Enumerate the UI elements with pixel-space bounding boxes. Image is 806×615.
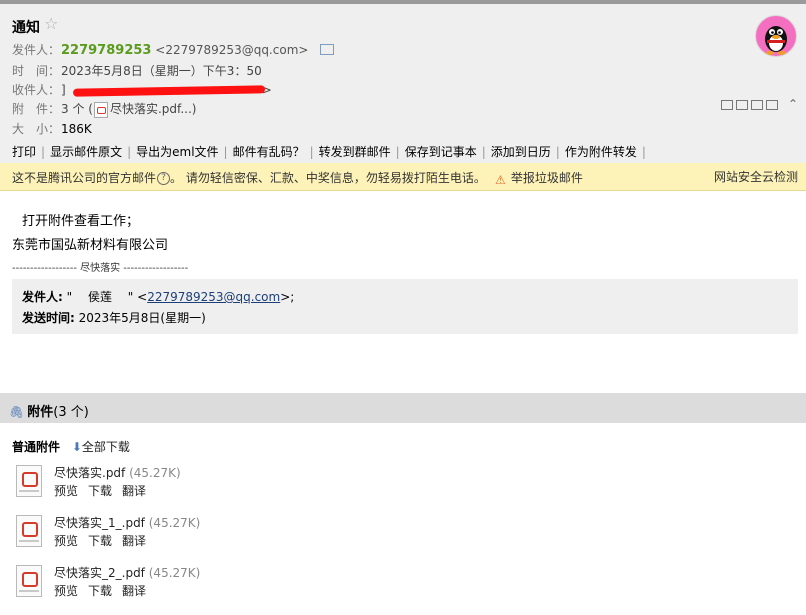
from-label: 发件人： [12, 43, 61, 57]
quoted-header: 发件人: " 侯莲 " <2279789253@qq.com>; 发送时间: 2… [12, 279, 798, 334]
preview-link[interactable]: 预览 [54, 584, 78, 598]
add-calendar-link[interactable]: 添加到日历 [491, 145, 551, 159]
view-icon-1 [721, 100, 733, 110]
view-icon-3 [751, 100, 763, 110]
attachment-item: 尽快落实.pdf (45.27K) 预览 下载 翻译 [12, 463, 312, 503]
download-all-button[interactable]: ⬇全部下载 [72, 440, 130, 454]
to-label: 收件人： [12, 83, 61, 97]
security-warning-bar: 这不是腾讯公司的官方邮件?。 请勿轻信密保、汇款、中奖信息，勿轻易拨打陌生电话。… [0, 163, 806, 191]
report-spam-link[interactable]: ⚠ 举报垃圾邮件 [495, 169, 583, 187]
attachment-name[interactable]: 尽快落实_1_.pdf (45.27K) [54, 514, 200, 531]
paperclip-icon: 🖇 [9, 405, 25, 419]
mail-toolbar: 打印 | 显示邮件原文 | 导出为eml文件 | 邮件有乱码？ | 转发到群邮件 | 保存到记事本 |… [12, 145, 646, 159]
sender-address[interactable]: <2279789253@qq.com> [155, 43, 308, 57]
pdf-file-icon[interactable] [16, 515, 42, 547]
report-icon: ⚠ [495, 173, 506, 187]
penguin-icon [765, 26, 787, 55]
body-text-line-1: 打开附件查看工作； [22, 214, 140, 229]
collapse-icon[interactable]: ⌃ [788, 97, 798, 111]
to-prefix: ] [61, 83, 66, 97]
time-label: 时 间： [12, 64, 61, 78]
download-link[interactable]: 下载 [88, 584, 112, 598]
attachment-actions: 预览 下载 翻译 [54, 482, 156, 499]
pdf-file-icon[interactable] [16, 565, 42, 597]
translate-link[interactable]: 翻译 [122, 584, 146, 598]
download-link[interactable]: 下载 [88, 484, 112, 498]
forward-attachment-link[interactable]: 作为附件转发 [565, 145, 637, 159]
size-row: 大 小：186K [12, 120, 92, 137]
view-icon-4 [766, 100, 778, 110]
view-icon-2 [736, 100, 748, 110]
attachment-name[interactable]: 尽快落实.pdf (45.27K) [54, 464, 181, 481]
preview-link[interactable]: 预览 [54, 484, 78, 498]
help-icon[interactable]: ? [157, 172, 171, 185]
attachments-title: 🖇 附件(3 个) [9, 405, 89, 420]
download-arrow-icon: ⬇ [71, 440, 82, 454]
attachments-subheader: 普通附件 ⬇全部下载 [12, 440, 130, 454]
attachment-actions: 预览 下载 翻译 [54, 532, 156, 549]
translate-link[interactable]: 翻译 [122, 534, 146, 548]
print-link[interactable]: 打印 [12, 145, 36, 159]
forward-divider: ------------------ 尽快落实 ----------------… [12, 263, 189, 274]
attachment-name[interactable]: 尽快落实_2_.pdf (45.27K) [54, 564, 200, 581]
quoted-from: 发件人: " 侯莲 " <2279789253@qq.com>; [22, 290, 295, 304]
quoted-email-link[interactable]: 2279789253@qq.com [147, 290, 280, 304]
pdf-file-icon[interactable] [16, 465, 42, 497]
size-label: 大 小： [12, 122, 61, 136]
mail-subject: 通知 [12, 20, 40, 36]
mail-header: 通知 ☆ 发件人：2279789253 <2279789253@qq.com> … [0, 4, 806, 163]
save-notepad-link[interactable]: 保存到记事本 [405, 145, 477, 159]
download-link[interactable]: 下载 [88, 534, 112, 548]
attachment-item: 尽快落实_1_.pdf (45.27K) 预览 下载 翻译 [12, 513, 312, 553]
pdf-icon [93, 101, 108, 118]
view-mode-icons[interactable] [721, 100, 781, 113]
attachments-bar: 🖇 附件(3 个) [0, 393, 806, 423]
show-source-link[interactable]: 显示邮件原文 [50, 145, 122, 159]
attach-label: 附 件： [12, 102, 61, 116]
garbled-link[interactable]: 邮件有乱码？ [233, 145, 305, 159]
from-row: 发件人：2279789253 <2279789253@qq.com> [12, 41, 335, 58]
contact-card-icon[interactable] [320, 44, 335, 55]
sender-name[interactable]: 2279789253 [61, 43, 151, 58]
body-text-line-2: 东莞市国弘新材料有限公司 [12, 238, 169, 253]
warning-text: 这不是腾讯公司的官方邮件?。 请勿轻信密保、汇款、中奖信息，勿轻易拨打陌生电话。 [12, 171, 486, 185]
preview-link[interactable]: 预览 [54, 534, 78, 548]
attachment-actions: 预览 下载 翻译 [54, 582, 156, 599]
time-value: 2023年5月8日（星期一）下午3：50 [61, 64, 262, 78]
translate-link[interactable]: 翻译 [122, 484, 146, 498]
time-row: 时 间：2023年5月8日（星期一）下午3：50 [12, 62, 262, 79]
forward-group-link[interactable]: 转发到群邮件 [319, 145, 391, 159]
export-eml-link[interactable]: 导出为eml文件 [136, 145, 218, 159]
attach-count[interactable]: 3 个 ( [61, 102, 93, 116]
sender-avatar[interactable] [755, 15, 797, 57]
attach-first-file[interactable]: 尽快落实.pdf...) [110, 102, 197, 116]
star-icon[interactable]: ☆ [44, 16, 58, 32]
size-value: 186K [61, 122, 92, 136]
quoted-time: 发送时间: 2023年5月8日(星期一) [22, 311, 206, 325]
attachment-item: 尽快落实_2_.pdf (45.27K) 预览 下载 翻译 [12, 563, 312, 603]
security-check-link[interactable]: 网站安全云检测 [714, 168, 798, 185]
attach-row: 附 件：3 个 ( 尽快落实.pdf...) [12, 100, 196, 118]
